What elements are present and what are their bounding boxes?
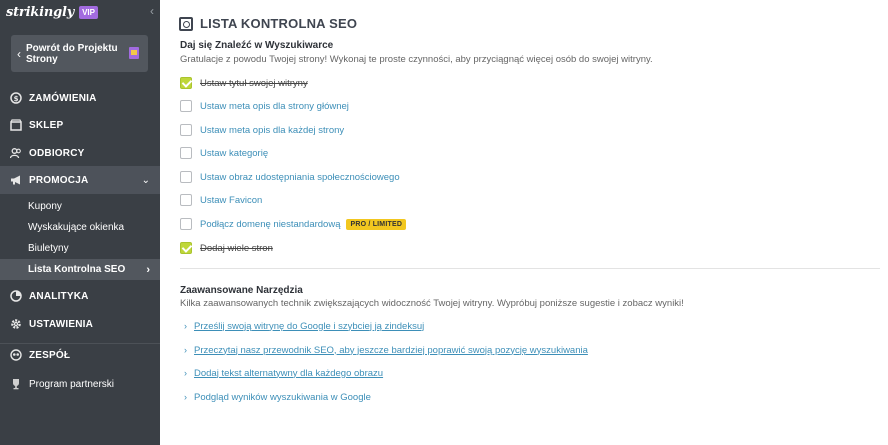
checkbox[interactable] bbox=[180, 171, 192, 183]
nav-label: USTAWIENIA bbox=[29, 318, 94, 330]
checklist-link[interactable]: Ustaw obraz udostępniania społecznościow… bbox=[200, 172, 400, 183]
nav-item-analytics[interactable]: ANALITYKA bbox=[0, 282, 160, 310]
checklist-item[interactable]: Ustaw meta opis dla każdej strony bbox=[180, 123, 344, 137]
chevron-right-icon: › bbox=[184, 321, 187, 331]
nav-label: Program partnerski bbox=[29, 378, 115, 390]
nav-item-partner-program[interactable]: Program partnerski bbox=[0, 370, 160, 398]
nav-item-promotion[interactable]: PROMOCJA ⌄ bbox=[0, 166, 160, 194]
tool-link[interactable]: Podgląd wyników wyszukiwania w Google bbox=[194, 392, 371, 403]
checklist-item[interactable]: Ustaw obraz udostępniania społecznościow… bbox=[180, 170, 400, 184]
trophy-icon bbox=[10, 378, 22, 390]
back-to-site-button[interactable]: ‹ Powrót do Projektu Strony bbox=[11, 35, 148, 72]
checklist-item[interactable]: Ustaw kategorię bbox=[180, 146, 268, 160]
checklist-item[interactable]: Ustaw Favicon bbox=[180, 193, 262, 207]
nav-item-audience[interactable]: ODBIORCY bbox=[0, 139, 160, 167]
brand-name: strikingly bbox=[6, 4, 75, 20]
site-builder-icon bbox=[129, 47, 139, 59]
gear-icon bbox=[10, 318, 22, 330]
nav-item-orders[interactable]: $ ZAMÓWIENIA bbox=[0, 84, 160, 112]
section-divider bbox=[180, 268, 880, 269]
checklist-link[interactable]: Ustaw kategorię bbox=[200, 148, 268, 159]
submenu-label: Lista Kontrolna SEO bbox=[28, 264, 126, 275]
section-heading: Zaawansowane Narzędzia bbox=[180, 285, 303, 296]
shop-icon bbox=[10, 119, 22, 131]
back-button-label: Powrót do Projektu Strony bbox=[26, 42, 118, 65]
checklist-link[interactable]: Ustaw Favicon bbox=[200, 195, 262, 206]
chevron-right-icon: › bbox=[184, 345, 187, 355]
sidebar: strikingly VIP ‹ ‹ Powrót do Projektu St… bbox=[0, 0, 160, 445]
checklist-link[interactable]: Ustaw meta opis dla strony głównej bbox=[200, 101, 349, 112]
checklist-item[interactable]: Dodaj wiele stron bbox=[180, 241, 273, 255]
nav-item-shop[interactable]: SKLEP bbox=[0, 111, 160, 139]
chevron-down-icon: ⌄ bbox=[141, 174, 150, 186]
chevron-left-icon: ‹ bbox=[17, 46, 21, 61]
chart-icon bbox=[10, 290, 22, 302]
brand-logo[interactable]: strikingly VIP bbox=[6, 4, 98, 20]
checked-checkbox-icon[interactable] bbox=[180, 242, 192, 254]
section-subtitle: Kilka zaawansowanych technik zwiększając… bbox=[180, 298, 684, 309]
submenu-item-seo-checklist[interactable]: Lista Kontrolna SEO › bbox=[0, 259, 160, 280]
vip-badge: VIP bbox=[79, 5, 98, 19]
tool-item[interactable]: › Prześlij swoją witrynę do Google i szy… bbox=[184, 319, 424, 333]
checkbox[interactable] bbox=[180, 124, 192, 136]
checklist-item[interactable]: Podłącz domenę niestandardową PRO / LIMI… bbox=[180, 217, 407, 231]
checked-checkbox-icon[interactable] bbox=[180, 77, 192, 89]
nav-label: ZESPÓŁ bbox=[29, 349, 71, 361]
nav-item-settings[interactable]: USTAWIENIA bbox=[0, 310, 160, 338]
section-subtitle: Gratulacje z powodu Twojej strony! Wykon… bbox=[180, 54, 653, 65]
page-header: LISTA KONTROLNA SEO bbox=[179, 16, 357, 31]
checklist-label: Dodaj wiele stron bbox=[200, 242, 273, 254]
svg-text:$: $ bbox=[14, 95, 19, 103]
tool-item[interactable]: › Przeczytaj nasz przewodnik SEO, aby je… bbox=[184, 343, 588, 357]
team-icon bbox=[10, 349, 22, 361]
tool-item[interactable]: › Dodaj tekst alternatywny dla każdego o… bbox=[184, 366, 383, 380]
submenu-item-newsletters[interactable]: Biuletyny bbox=[0, 238, 160, 259]
nav-label: ODBIORCY bbox=[29, 147, 85, 159]
collapse-sidebar-icon[interactable]: ‹ bbox=[150, 4, 154, 18]
page-title: LISTA KONTROLNA SEO bbox=[200, 16, 358, 31]
dollar-icon: $ bbox=[10, 92, 22, 104]
nav-item-team[interactable]: ZESPÓŁ bbox=[0, 341, 160, 369]
users-icon bbox=[10, 147, 22, 159]
nav-label: SKLEP bbox=[29, 119, 64, 131]
section-heading: Daj się Znaleźć w Wyszukiwarce bbox=[180, 40, 334, 51]
checklist-item[interactable]: Ustaw meta opis dla strony głównej bbox=[180, 99, 349, 113]
chevron-right-icon: › bbox=[146, 263, 150, 276]
checklist-link[interactable]: Ustaw meta opis dla każdej strony bbox=[200, 125, 344, 136]
checkbox[interactable] bbox=[180, 100, 192, 112]
checklist-item[interactable]: Ustaw tytuł swojej witryny bbox=[180, 76, 308, 90]
nav-label: ANALITYKA bbox=[29, 290, 89, 302]
nav-label: ZAMÓWIENIA bbox=[29, 92, 97, 104]
checklist-link[interactable]: Podłącz domenę niestandardową bbox=[200, 219, 340, 230]
pro-limited-badge: PRO / LIMITED bbox=[346, 218, 407, 230]
tool-link[interactable]: Dodaj tekst alternatywny dla każdego obr… bbox=[194, 368, 383, 379]
submenu-item-coupons[interactable]: Kupony bbox=[0, 196, 160, 217]
chevron-right-icon: › bbox=[184, 392, 187, 402]
megaphone-icon bbox=[10, 174, 22, 186]
checkbox[interactable] bbox=[180, 218, 192, 230]
seo-search-icon bbox=[179, 16, 193, 31]
nav-label: PROMOCJA bbox=[29, 174, 89, 186]
tool-link[interactable]: Przeczytaj nasz przewodnik SEO, aby jesz… bbox=[194, 345, 588, 356]
checklist-label: Ustaw tytuł swojej witryny bbox=[200, 77, 308, 89]
tool-item[interactable]: › Podgląd wyników wyszukiwania w Google bbox=[184, 390, 371, 404]
tool-link[interactable]: Prześlij swoją witrynę do Google i szybc… bbox=[194, 321, 424, 332]
main-content: LISTA KONTROLNA SEO Daj się Znaleźć w Wy… bbox=[160, 0, 888, 445]
submenu-item-popups[interactable]: Wyskakujące okienka bbox=[0, 217, 160, 238]
checkbox[interactable] bbox=[180, 147, 192, 159]
chevron-right-icon: › bbox=[184, 368, 187, 378]
checkbox[interactable] bbox=[180, 194, 192, 206]
